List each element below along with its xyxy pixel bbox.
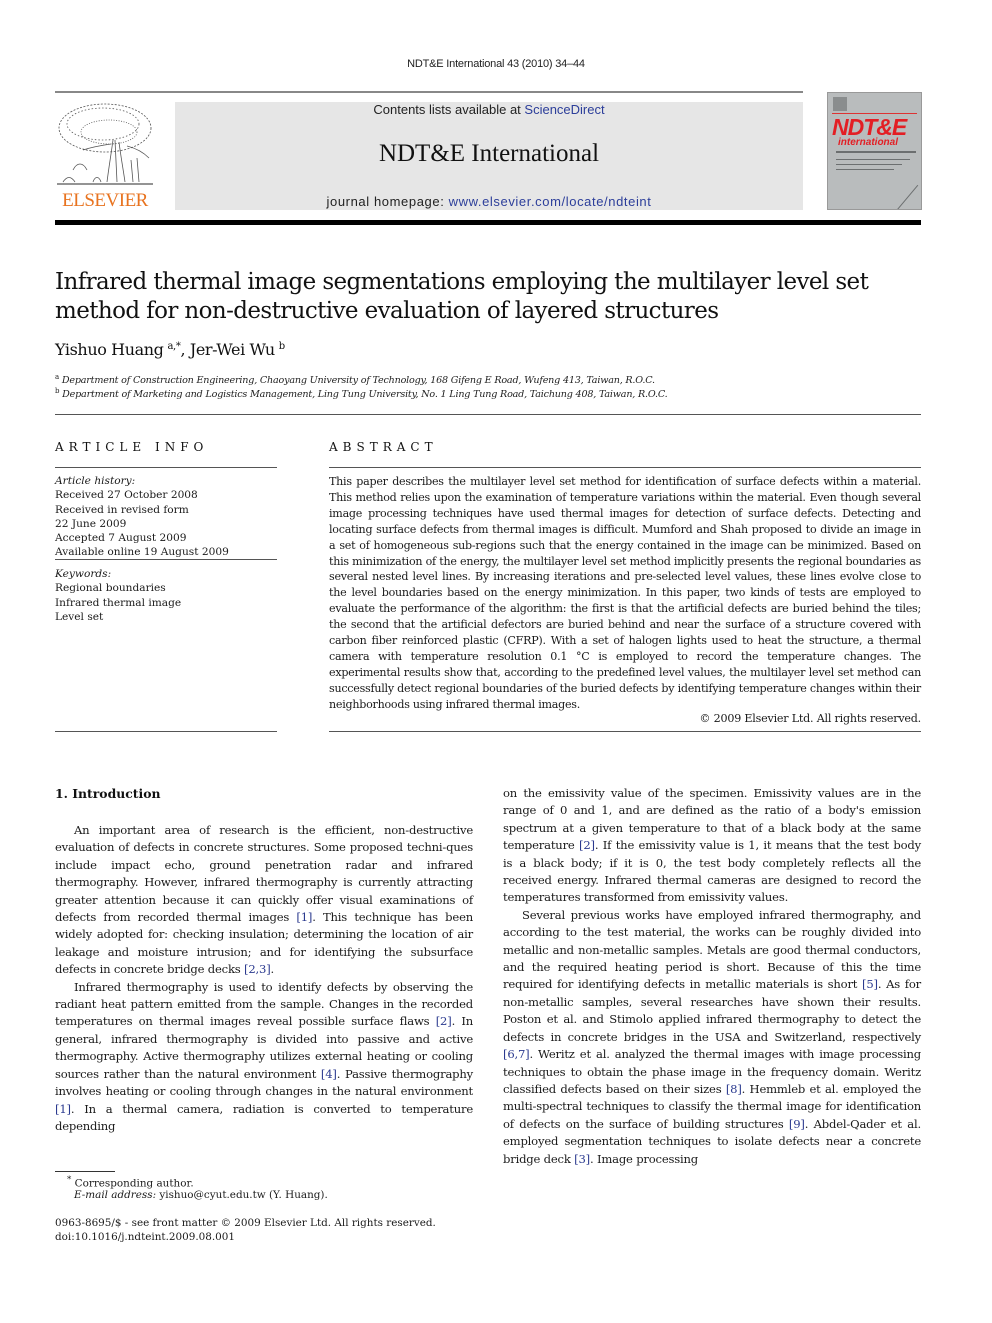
paragraph-text: . <box>270 962 275 977</box>
article-history-rule <box>55 559 277 560</box>
author-separator: , <box>180 340 190 359</box>
citation-link[interactable]: [1] <box>55 1102 71 1116</box>
keywords: Keywords: Regional boundaries Infrared t… <box>55 567 277 624</box>
article-history-label: Article history: <box>55 475 136 487</box>
cover-publisher-mark <box>833 97 847 111</box>
history-item: 22 June 2009 <box>55 517 127 530</box>
affiliation: b Department of Marketing and Logistics … <box>55 387 668 401</box>
body-column-left: An important area of research is the eff… <box>55 822 473 1135</box>
citation-link[interactable]: [6,7] <box>503 1047 530 1061</box>
article-info-rule <box>55 467 277 468</box>
article-history: Article history: Received 27 October 200… <box>55 474 277 560</box>
doi-line[interactable]: doi:10.1016/j.ndteint.2009.08.001 <box>55 1231 235 1243</box>
article-info-heading: ARTICLE INFO <box>55 440 209 454</box>
keyword-item: Infrared thermal image <box>55 596 182 609</box>
elsevier-logo[interactable]: ELSEVIER <box>53 100 157 212</box>
citation-link[interactable]: [1] <box>296 910 312 924</box>
affiliation-text: Department of Construction Engineering, … <box>61 375 655 387</box>
affiliation: a Department of Construction Engineering… <box>55 373 655 386</box>
journal-homepage: journal homepage: www.elsevier.com/locat… <box>175 194 803 209</box>
article-title: Infrared thermal image segmentations emp… <box>55 269 869 324</box>
masthead-bottom-rule <box>55 220 921 225</box>
footnote-mark: * <box>67 1175 72 1185</box>
history-item: Available online 19 August 2009 <box>55 546 229 559</box>
email-note: E-mail address: yishuo@cyut.edu.tw (Y. H… <box>55 1189 328 1201</box>
history-item: Received 27 October 2008 <box>55 489 198 502</box>
cover-text-line <box>836 159 910 160</box>
journal-name: NDT&E International <box>378 140 600 167</box>
section-heading-introduction: 1. Introduction <box>55 786 161 801</box>
citation-link[interactable]: [4] <box>321 1067 337 1081</box>
author-name[interactable]: Jer-Wei Wu <box>190 340 275 359</box>
abstract-text: This paper describes the multilayer leve… <box>329 475 921 711</box>
affiliation-mark: a <box>55 373 59 381</box>
affiliation-text: Department of Marketing and Logistics Ma… <box>62 389 668 401</box>
citation-link[interactable]: [8] <box>726 1082 742 1096</box>
contents-prefix: Contents lists available at <box>373 102 525 117</box>
body-paragraph: Infrared thermography is used to identif… <box>55 979 473 1136</box>
cover-text-line <box>836 151 916 153</box>
paragraph-text: . Image processing <box>589 1151 699 1166</box>
citation-link[interactable]: [2,3] <box>244 962 271 976</box>
citation-link[interactable]: [2] <box>579 838 595 852</box>
citation-link[interactable]: [3] <box>574 1152 590 1166</box>
body-paragraph: on the emissivity value of the specimen.… <box>503 785 921 907</box>
affiliation-mark: b <box>55 387 60 395</box>
homepage-prefix: journal homepage: <box>326 194 449 209</box>
cover-title: NDT&E <box>832 114 907 140</box>
keyword-item: Level set <box>55 610 104 623</box>
email-value[interactable]: yishuo@cyut.edu.tw (Y. Huang). <box>156 1189 327 1201</box>
cover-subtitle: international <box>838 137 899 148</box>
elsevier-tree-icon <box>57 103 153 185</box>
running-head: NDT&E International 43 (2010) 34–44 <box>407 58 585 70</box>
citation-link[interactable]: [9] <box>789 1117 805 1131</box>
footnote-rule <box>55 1171 115 1172</box>
homepage-link[interactable]: www.elsevier.com/locate/ndteint <box>449 194 652 209</box>
issn-line: 0963-8695/$ - see front matter © 2009 El… <box>55 1217 436 1229</box>
author-marks[interactable]: b <box>279 341 285 352</box>
body-paragraph: An important area of research is the eff… <box>55 822 473 979</box>
abstract-heading: ABSTRACT <box>329 440 438 454</box>
keywords-label: Keywords: <box>55 568 112 580</box>
elsevier-wordmark: ELSEVIER <box>62 190 148 211</box>
author-name[interactable]: Yishuo Huang <box>55 340 164 359</box>
author-marks[interactable]: a,* <box>167 341 180 352</box>
cover-text-line <box>836 164 902 165</box>
paragraph-text: Infrared thermography is used to identif… <box>55 979 473 1029</box>
author-list: Yishuo Huang a,*, Jer-Wei Wu b <box>55 340 285 359</box>
paragraph-text: Several previous works have employed inf… <box>503 907 921 992</box>
corresponding-author-note: * Corresponding author. <box>55 1175 194 1189</box>
title-divider <box>55 414 921 415</box>
keyword-item: Regional boundaries <box>55 582 166 595</box>
email-label: E-mail address: <box>74 1189 157 1201</box>
paragraph-text: . In a thermal camera, radiation is conv… <box>55 1101 473 1133</box>
paragraph-text: An important area of research is the eff… <box>55 823 473 925</box>
sciencedirect-link[interactable]: ScienceDirect <box>524 102 604 117</box>
masthead-top-rule <box>55 91 803 93</box>
journal-cover-thumbnail[interactable]: NDT&E international <box>827 92 922 210</box>
corresponding-author-text: Corresponding author. <box>74 1177 194 1190</box>
citation-link[interactable]: [5] <box>862 977 878 991</box>
abstract-copyright: © 2009 Elsevier Ltd. All rights reserved… <box>699 712 921 725</box>
history-item: Received in revised form <box>55 503 189 516</box>
citation-link[interactable]: [2] <box>436 1014 452 1028</box>
abstract-rule <box>329 467 921 468</box>
article-info-bottom-rule <box>55 731 277 732</box>
contents-availability: Contents lists available at ScienceDirec… <box>175 102 803 117</box>
body-paragraph: Several previous works have employed inf… <box>503 907 921 1168</box>
abstract-bottom-rule <box>329 731 921 732</box>
body-column-right: on the emissivity value of the specimen.… <box>503 785 921 1168</box>
cover-diagonal <box>891 184 919 209</box>
cover-text-line <box>836 169 894 170</box>
history-item: Accepted 7 August 2009 <box>55 532 187 545</box>
